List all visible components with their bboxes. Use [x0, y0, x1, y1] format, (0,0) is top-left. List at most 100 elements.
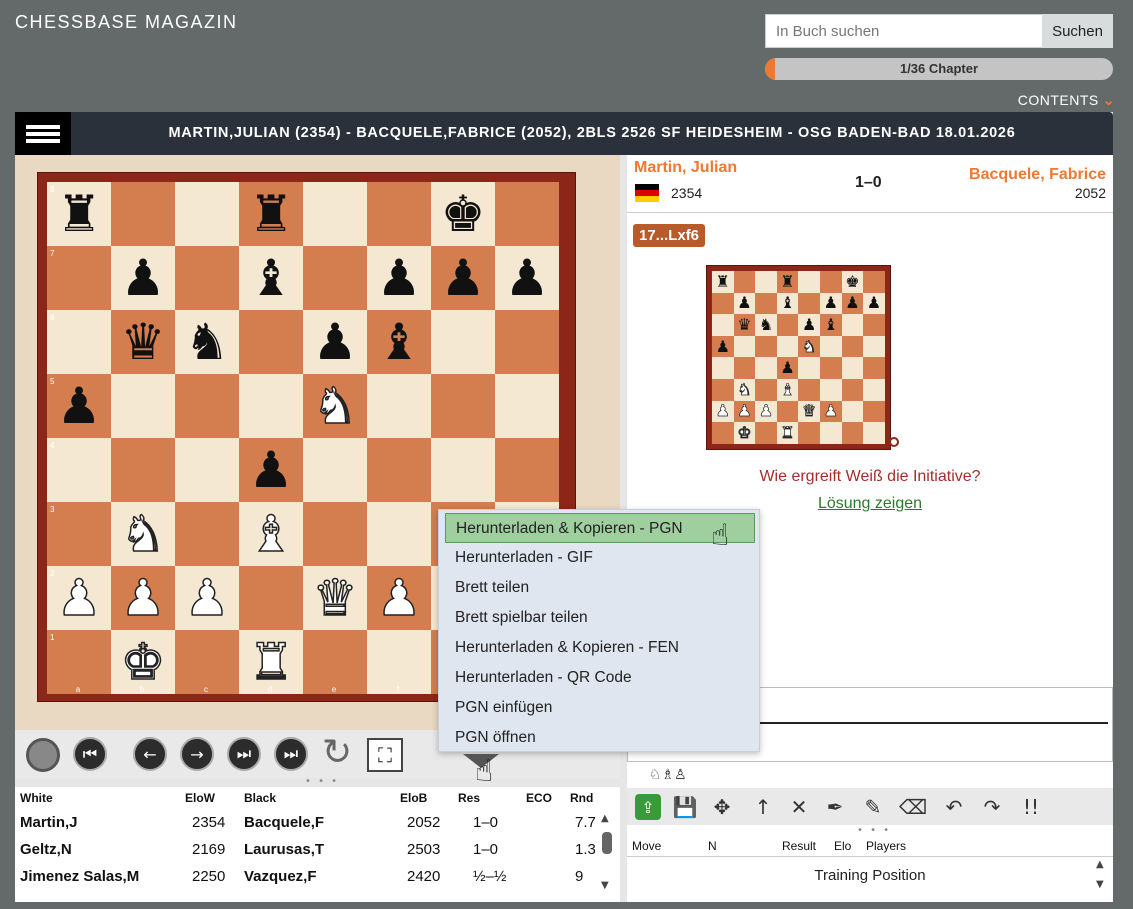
- square-d4[interactable]: ♟: [239, 438, 303, 502]
- black-knight-icon[interactable]: ♞: [185, 317, 230, 367]
- square-b2[interactable]: ♟: [111, 566, 175, 630]
- square-f5[interactable]: [819, 335, 842, 358]
- square-a1[interactable]: [712, 422, 734, 444]
- table-row[interactable]: Jimenez Salas,M 2250 Vazquez,F 2420 ½–½ 9: [15, 863, 605, 890]
- white-bishop-icon[interactable]: ♝: [780, 381, 795, 398]
- black-bishop-icon[interactable]: ♝: [249, 253, 294, 303]
- col-header-result[interactable]: Result: [782, 839, 816, 853]
- redo-icon[interactable]: ↷: [977, 792, 1007, 822]
- white-rook-icon[interactable]: ♜: [248, 636, 294, 688]
- white-queen-icon[interactable]: ♛: [802, 403, 817, 420]
- square-c2[interactable]: ♟: [175, 566, 239, 630]
- square-f2[interactable]: ♟: [819, 400, 842, 423]
- square-e6[interactable]: ♟: [303, 310, 367, 374]
- square-g8[interactable]: ♚: [431, 182, 495, 246]
- prev-move-button[interactable]: ←: [133, 737, 167, 771]
- square-g4[interactable]: [431, 438, 495, 502]
- square-d5[interactable]: [239, 374, 303, 438]
- refresh-icon[interactable]: ↻: [322, 735, 352, 771]
- square-h6[interactable]: [863, 314, 885, 336]
- square-f7[interactable]: ♟: [367, 246, 431, 310]
- square-a8[interactable]: 8 ♜: [47, 182, 111, 246]
- col-header-elow[interactable]: EloW: [185, 791, 215, 805]
- contents-link[interactable]: CONTENTS ⌄: [1018, 92, 1115, 109]
- square-a7[interactable]: [712, 292, 734, 315]
- move-badge[interactable]: 17...Lxf6: [633, 224, 706, 247]
- black-bishop-icon[interactable]: ♝: [824, 316, 838, 333]
- black-pawn-icon[interactable]: ♟: [377, 253, 422, 303]
- square-a4[interactable]: [712, 357, 734, 379]
- share-icon[interactable]: ⇪: [635, 794, 661, 820]
- square-e3[interactable]: [303, 502, 367, 566]
- white-pawn-icon[interactable]: ♟: [56, 572, 102, 624]
- square-g5[interactable]: [841, 335, 864, 358]
- white-knight-icon[interactable]: ♞: [312, 380, 358, 432]
- square-e6[interactable]: ♟: [798, 314, 820, 336]
- square-h5[interactable]: [495, 374, 559, 438]
- square-f2[interactable]: ♟: [367, 566, 431, 630]
- square-c5[interactable]: [175, 374, 239, 438]
- square-e5[interactable]: ♞: [303, 374, 367, 438]
- col-header-move[interactable]: Move: [632, 839, 661, 853]
- square-h7[interactable]: ♟: [863, 292, 885, 315]
- col-header-rnd[interactable]: Rnd: [570, 791, 593, 805]
- square-g5[interactable]: [431, 374, 495, 438]
- square-e8[interactable]: [798, 271, 820, 293]
- square-g1[interactable]: [841, 422, 864, 444]
- square-b8[interactable]: [733, 271, 756, 293]
- square-g6[interactable]: [431, 310, 495, 374]
- square-e5[interactable]: ♞: [798, 335, 820, 358]
- col-header-players[interactable]: Players: [866, 839, 906, 853]
- square-f3[interactable]: [819, 378, 842, 401]
- square-h6[interactable]: [495, 310, 559, 374]
- square-f6[interactable]: ♝: [367, 310, 431, 374]
- square-f6[interactable]: ♝: [819, 314, 842, 336]
- reel-icon[interactable]: [26, 738, 60, 772]
- square-a5[interactable]: 5 ♟: [47, 374, 111, 438]
- square-h1[interactable]: [863, 422, 885, 444]
- search-input[interactable]: [765, 14, 1043, 48]
- square-b5[interactable]: [733, 335, 756, 358]
- skip-first-button[interactable]: ⏮: [73, 737, 107, 771]
- skip-last-button[interactable]: ⏭: [274, 737, 308, 771]
- col-header-res[interactable]: Res: [458, 791, 480, 805]
- square-b4[interactable]: [733, 357, 756, 379]
- save-icon[interactable]: 💾: [670, 792, 700, 822]
- resize-handle[interactable]: • • •: [305, 776, 339, 787]
- square-c8[interactable]: [175, 182, 239, 246]
- square-e2[interactable]: ♛: [798, 400, 820, 423]
- square-a5[interactable]: ♟: [712, 335, 734, 358]
- square-d2[interactable]: [239, 566, 303, 630]
- black-rook-icon[interactable]: ♜: [716, 273, 730, 290]
- square-b6[interactable]: ♛: [733, 314, 756, 336]
- black-pawn-icon[interactable]: ♟: [249, 445, 294, 495]
- white-knight-icon[interactable]: ♞: [120, 508, 166, 560]
- square-d8[interactable]: ♜: [239, 182, 303, 246]
- square-d6[interactable]: [239, 310, 303, 374]
- square-b3[interactable]: ♞: [111, 502, 175, 566]
- pen-icon[interactable]: ✒: [820, 792, 850, 822]
- square-h3[interactable]: [863, 378, 885, 401]
- square-c2[interactable]: ♟: [755, 400, 777, 423]
- black-pawn-icon[interactable]: ♟: [824, 295, 838, 311]
- menu-item[interactable]: Brett teilen: [445, 573, 755, 603]
- square-a8[interactable]: ♜: [712, 271, 734, 293]
- square-h4[interactable]: [863, 357, 885, 379]
- black-rook-icon[interactable]: ♜: [780, 273, 794, 290]
- black-pawn-icon[interactable]: ♟: [867, 295, 881, 311]
- square-e4[interactable]: [303, 438, 367, 502]
- square-h8[interactable]: [495, 182, 559, 246]
- black-pawn-icon[interactable]: ♟: [121, 253, 166, 303]
- skip-next-button[interactable]: ⏭: [227, 737, 261, 771]
- square-d3[interactable]: ♝: [776, 378, 799, 401]
- square-c7[interactable]: [175, 246, 239, 310]
- scroll-up-icon[interactable]: ▲: [1096, 859, 1104, 870]
- square-b2[interactable]: ♟: [733, 400, 756, 423]
- col-header-white[interactable]: White: [20, 791, 53, 805]
- black-rook-icon[interactable]: ♜: [249, 189, 294, 239]
- black-pawn-icon[interactable]: ♟: [441, 253, 486, 303]
- square-g6[interactable]: [841, 314, 864, 336]
- square-c7[interactable]: [755, 292, 777, 315]
- square-c3[interactable]: [755, 378, 777, 401]
- black-pawn-icon[interactable]: ♟: [802, 316, 816, 333]
